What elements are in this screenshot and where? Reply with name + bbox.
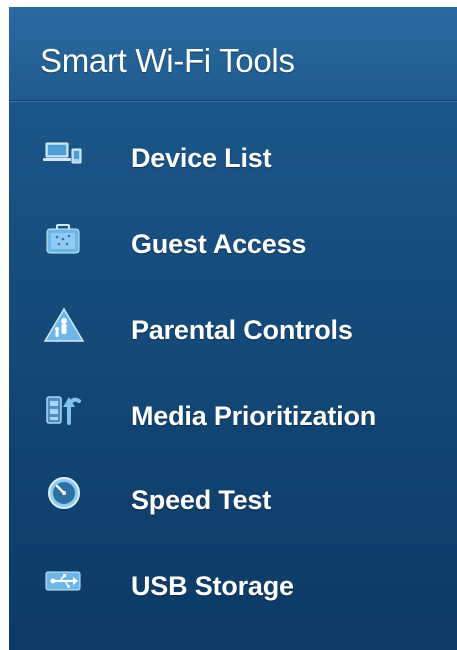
smart-wifi-tools-panel: Smart Wi-Fi Tools Device List Guest Acce…: [9, 7, 457, 650]
parental-controls-icon: [43, 307, 85, 343]
panel-title: Smart Wi-Fi Tools: [40, 42, 295, 79]
menu-item-usb-storage[interactable]: USB Storage: [9, 549, 457, 631]
media-prioritization-icon: [43, 393, 85, 429]
panel-header: Smart Wi-Fi Tools: [9, 7, 457, 101]
menu-item-parental-controls-label: Parental Controls: [131, 315, 353, 345]
menu-item-device-list-label: Device List: [131, 143, 272, 173]
menu-item-speed-test-label: Speed Test: [131, 485, 272, 515]
usb-storage-icon: [43, 563, 85, 599]
guest-access-icon: [43, 221, 85, 257]
speed-test-icon: [43, 475, 85, 511]
menu-item-parental-controls[interactable]: Parental Controls: [9, 293, 457, 375]
menu-item-device-list[interactable]: Device List: [9, 121, 457, 203]
menu-item-guest-access[interactable]: Guest Access: [9, 207, 457, 289]
menu-item-speed-test[interactable]: Speed Test: [9, 463, 457, 545]
menu-item-media-prioritization-label: Media Prioritization: [131, 401, 377, 431]
menu-item-media-prioritization[interactable]: Media Prioritization: [9, 379, 457, 461]
menu-item-usb-storage-label: USB Storage: [131, 571, 294, 601]
device-list-icon: [43, 135, 85, 171]
menu-item-guest-access-label: Guest Access: [131, 229, 307, 259]
